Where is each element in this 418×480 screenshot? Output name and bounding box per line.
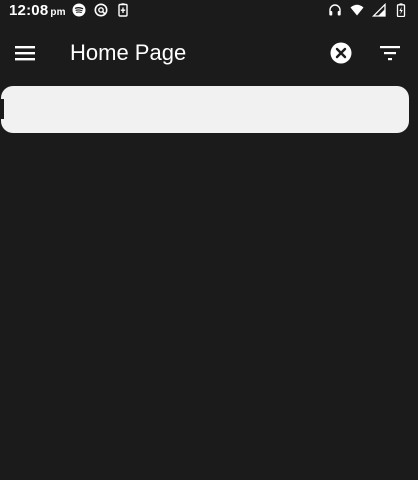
status-time-value: 12:08 xyxy=(9,2,49,19)
home-screen: 12:08 pm Home Page xyxy=(0,0,418,480)
clear-circle-icon[interactable] xyxy=(330,42,352,64)
status-bar: 12:08 pm xyxy=(0,0,418,22)
search-input[interactable] xyxy=(1,86,409,133)
menu-icon[interactable] xyxy=(12,41,38,65)
status-right-icons xyxy=(328,3,408,17)
headphones-icon xyxy=(329,4,341,16)
page-title: Home Page xyxy=(70,40,187,65)
battery-icon xyxy=(396,3,406,17)
text-cursor xyxy=(1,99,4,119)
spotify-icon xyxy=(72,3,86,17)
status-time: 12:08 pm xyxy=(9,2,66,19)
filter-icon[interactable] xyxy=(378,43,402,63)
vpn-icon xyxy=(94,3,108,17)
status-left-icons xyxy=(72,3,130,17)
signal-icon xyxy=(372,3,386,17)
app-bar: Home Page xyxy=(0,28,418,78)
wifi-icon xyxy=(350,4,364,16)
status-ampm: pm xyxy=(50,7,66,18)
battery-saver-icon xyxy=(118,3,128,17)
